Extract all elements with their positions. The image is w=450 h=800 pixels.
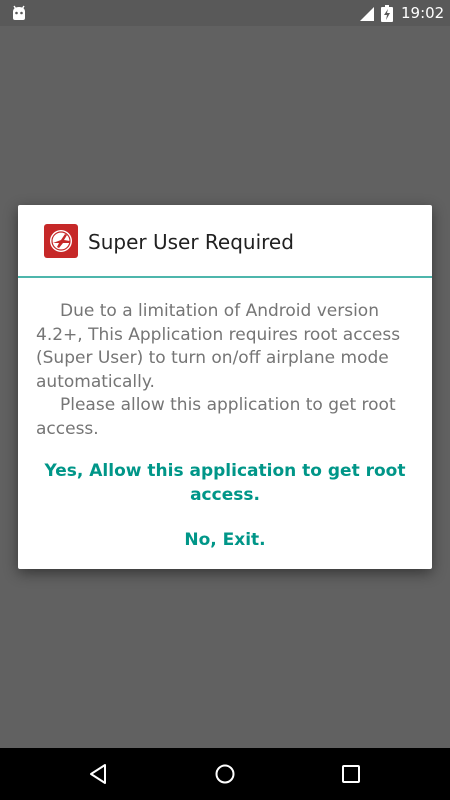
home-icon[interactable] bbox=[212, 761, 238, 787]
recents-icon[interactable] bbox=[338, 761, 364, 787]
exit-button[interactable]: No, Exit. bbox=[38, 528, 412, 552]
dialog-title: Super User Required bbox=[88, 230, 294, 254]
allow-root-button[interactable]: Yes, Allow this application to get root … bbox=[38, 459, 412, 507]
message-paragraph: Please allow this application to get roo… bbox=[36, 395, 396, 439]
message-paragraph: Due to a limitation of Android version 4… bbox=[36, 301, 401, 392]
android-debug-icon bbox=[10, 4, 28, 22]
navigation-bar bbox=[0, 748, 450, 800]
airplane-mode-app-icon bbox=[44, 224, 78, 258]
dialog-header: Super User Required bbox=[18, 205, 432, 276]
back-icon[interactable] bbox=[86, 761, 112, 787]
status-bar: 19:02 bbox=[0, 0, 450, 26]
signal-icon bbox=[360, 6, 374, 21]
title-divider bbox=[18, 276, 432, 278]
super-user-dialog: Super User Required Due to a limitation … bbox=[18, 205, 432, 569]
battery-charging-icon bbox=[381, 5, 393, 22]
screen: 19:02 Super User Required Due to a limit… bbox=[0, 0, 450, 800]
status-time: 19:02 bbox=[401, 4, 445, 22]
dialog-message: Due to a limitation of Android version 4… bbox=[36, 300, 416, 441]
